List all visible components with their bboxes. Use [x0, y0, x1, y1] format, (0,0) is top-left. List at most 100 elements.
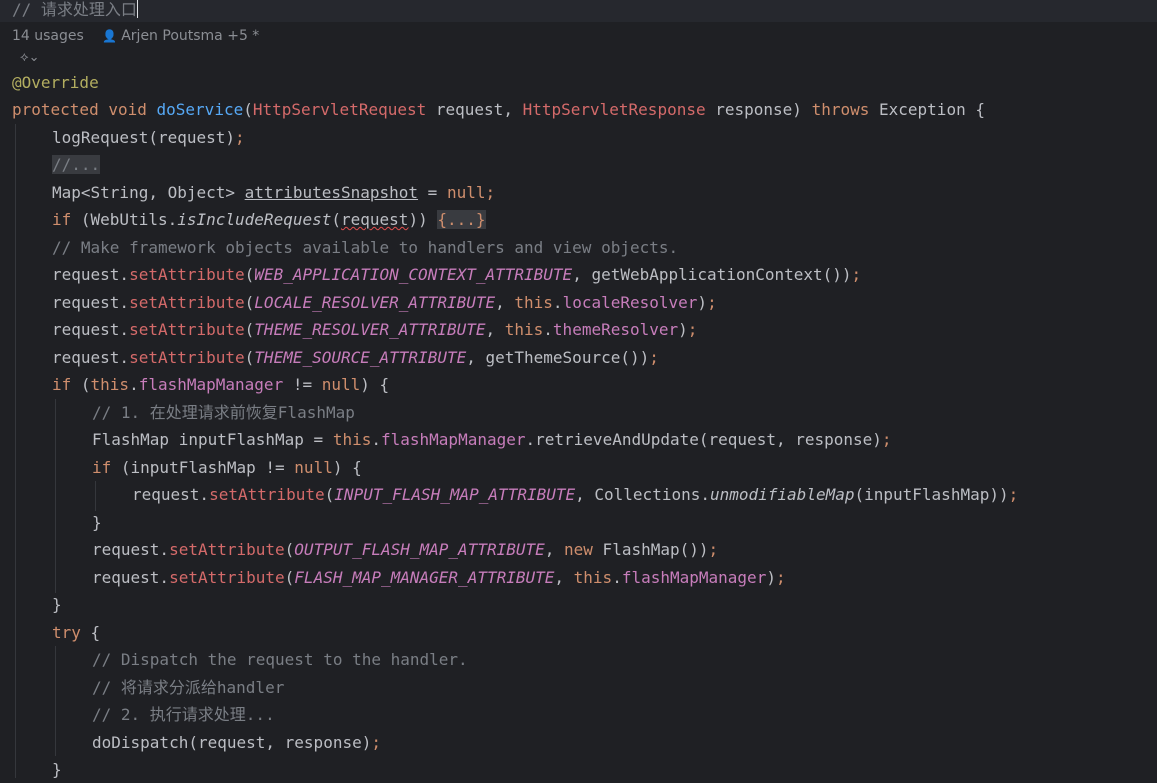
token: . [129, 375, 139, 394]
code-line-17[interactable]: } [92, 509, 102, 536]
token: , getWebApplicationContext()) [572, 265, 852, 284]
token: ; [881, 430, 892, 449]
token: , [554, 568, 574, 587]
token: } [52, 760, 62, 779]
token: request, [426, 100, 523, 119]
header-comment-line[interactable]: // 请求处理入口 [12, 0, 138, 23]
token: ( [244, 293, 255, 312]
code-line-12[interactable]: if (this.flashMapManager != null) { [52, 371, 389, 398]
token: this [514, 293, 553, 312]
token: )) [408, 210, 438, 229]
token: ; [775, 568, 786, 587]
code-line-7[interactable]: // Make framework objects available to h… [52, 234, 678, 261]
author-link[interactable]: Arjen Poutsma +5 * [121, 28, 259, 44]
token: , Collections. [575, 485, 710, 504]
field: flashMapManager [138, 375, 284, 394]
token: (inputFlashMap)) [854, 485, 1009, 504]
token: protected [12, 100, 99, 119]
type: HttpServletResponse [522, 100, 706, 119]
code-line-21[interactable]: try { [52, 619, 100, 646]
indent-guide [55, 646, 56, 756]
constant: INPUT_FLASH_MAP_ATTRIBUTE [334, 485, 576, 504]
field: localeResolver [562, 293, 698, 312]
code-line-2[interactable]: protected void doService(HttpServletRequ… [12, 96, 985, 123]
type: HttpServletRequest [252, 100, 427, 119]
header-comment: // 请求处理入口 [12, 0, 137, 19]
token: ) [697, 293, 708, 312]
code-line-19[interactable]: request.setAttribute(FLASH_MAP_MANAGER_A… [92, 564, 786, 591]
token: . [371, 430, 381, 449]
code-line-24[interactable]: // 2. 执行请求处理... [92, 701, 275, 728]
token: request. [52, 265, 130, 284]
code-line-18[interactable]: request.setAttribute(OUTPUT_FLASH_MAP_AT… [92, 536, 718, 563]
method-call: setAttribute [209, 485, 325, 504]
token: null [446, 183, 486, 202]
constant: WEB_APPLICATION_CONTEXT_ATTRIBUTE [254, 265, 573, 284]
token: ( [284, 568, 295, 587]
token: ) [766, 568, 776, 587]
comment: // 将请求分派给handler [92, 678, 285, 697]
comment: // Dispatch the request to the handler. [92, 650, 468, 669]
code-line-9[interactable]: request.setAttribute(LOCALE_RESOLVER_ATT… [52, 289, 717, 316]
token: ; [485, 183, 496, 202]
code-line-23[interactable]: // 将请求分派给handler [92, 674, 284, 701]
token: FlashMap()) [592, 540, 709, 559]
code-line-6[interactable]: if (WebUtils.isIncludeRequest(request)) … [52, 206, 486, 233]
folded-region[interactable]: {...} [437, 210, 486, 229]
token: if [52, 210, 72, 229]
token: this [504, 320, 544, 339]
token: (WebUtils. [71, 210, 178, 229]
token: null [321, 375, 361, 394]
token: new [564, 540, 593, 559]
token: if [92, 458, 112, 477]
code-line-4[interactable]: //... [52, 151, 101, 178]
method-call: setAttribute [129, 348, 245, 367]
token: ( [324, 485, 335, 504]
token: . [552, 293, 563, 312]
code-line-3[interactable]: logRequest(request); [52, 124, 245, 151]
token: ( [244, 265, 255, 284]
constant: THEME_SOURCE_ATTRIBUTE [254, 348, 467, 367]
token: null [294, 458, 333, 477]
code-line-16[interactable]: request.setAttribute(INPUT_FLASH_MAP_ATT… [132, 481, 1018, 508]
token: , getThemeSource()) [466, 348, 650, 367]
token: ; [707, 293, 717, 312]
variable: attributesSnapshot [244, 183, 419, 202]
code-line-10[interactable]: request.setAttribute(THEME_RESOLVER_ATTR… [52, 316, 697, 343]
code-line-5[interactable]: Map<String, Object> attributesSnapshot =… [52, 179, 495, 206]
constant: OUTPUT_FLASH_MAP_ATTRIBUTE [294, 540, 545, 559]
token: , [544, 540, 565, 559]
code-line-13[interactable]: // 1. 在处理请求前恢复FlashMap [92, 399, 355, 426]
token: .retrieveAndUpdate(request, response) [525, 430, 882, 449]
token: logRequest(request) [52, 128, 236, 147]
code-line-11[interactable]: request.setAttribute(THEME_SOURCE_ATTRIB… [52, 344, 659, 371]
code-line-15[interactable]: if (inputFlashMap != null) { [92, 454, 362, 481]
field: flashMapManager [621, 568, 767, 587]
token: ( [243, 100, 253, 119]
token: Map<String, Object> [52, 183, 245, 202]
code-line-14[interactable]: FlashMap inputFlashMap = this.flashMapMa… [92, 426, 892, 453]
token: != [283, 375, 322, 394]
code-vision-icon[interactable]: ⟡⌄ [20, 50, 40, 65]
constant: FLASH_MAP_MANAGER_ATTRIBUTE [294, 568, 555, 587]
token: , [485, 320, 505, 339]
usages-link[interactable]: 14 usages [12, 28, 84, 44]
indent-guide [95, 481, 96, 511]
code-line-8[interactable]: request.setAttribute(WEB_APPLICATION_CON… [52, 261, 861, 288]
method-name: doService [156, 100, 244, 119]
token: ; [687, 320, 698, 339]
token: throws [811, 100, 870, 119]
token: request. [52, 348, 130, 367]
token: try [52, 623, 81, 642]
code-line-22[interactable]: // Dispatch the request to the handler. [92, 646, 468, 673]
code-line-1[interactable]: @Override [12, 69, 99, 96]
chevron-down-icon[interactable]: ⌄ [29, 50, 40, 65]
folded-region[interactable]: //... [52, 155, 101, 174]
code-line-25[interactable]: doDispatch(request, response); [92, 729, 381, 756]
code-line-26[interactable]: } [52, 756, 62, 783]
code-line-20[interactable]: } [52, 591, 62, 618]
method-call: setAttribute [169, 568, 285, 587]
token: ( [331, 210, 341, 229]
token: request [341, 210, 409, 229]
token: ( [244, 320, 255, 339]
